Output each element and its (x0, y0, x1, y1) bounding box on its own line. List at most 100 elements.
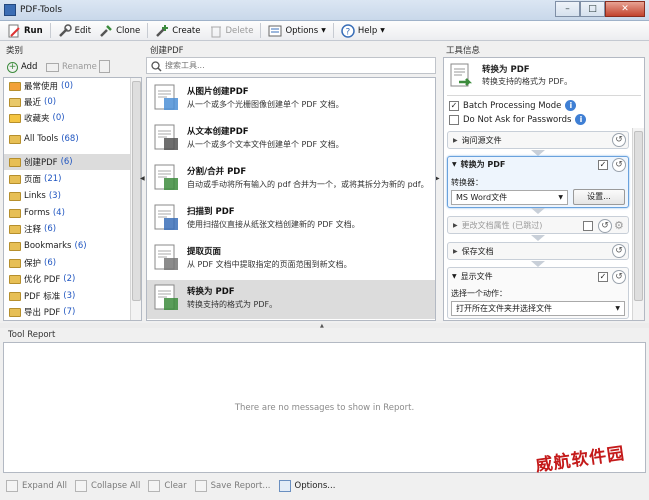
edit-button[interactable]: Edit (54, 22, 95, 40)
converter-label: 转换器： (451, 178, 483, 187)
collapse-all-icon (75, 480, 88, 492)
category-item[interactable]: All Tools (68) (4, 131, 130, 147)
category-label: Links (24, 191, 46, 201)
category-item[interactable]: Forms (4) (4, 205, 130, 221)
category-item[interactable]: 最常使用 (0) (4, 78, 130, 94)
category-count: (68) (61, 134, 79, 144)
category-item[interactable]: 优化 PDF (2) (4, 271, 130, 287)
tool-item[interactable]: 提取页面从 PDF 文档中提取指定的页面范围到新文档。 (147, 240, 435, 279)
clear-button[interactable]: Clear (148, 480, 187, 492)
text-to-pdf-icon (152, 123, 182, 154)
info-icon[interactable]: i (575, 114, 587, 125)
split-merge-icon (152, 163, 182, 194)
action-select[interactable]: 打开所在文件夹并选择文件 ▼ (451, 301, 625, 316)
expand-all-icon (6, 480, 18, 492)
category-item[interactable]: 保护 (6) (4, 255, 130, 271)
section-show-file-header[interactable]: ▼ 显示文件 (452, 271, 493, 282)
category-label: Forms (24, 208, 50, 218)
converter-select[interactable]: MS Word文件 ▼ (451, 190, 568, 205)
category-label: Bookmarks (24, 241, 72, 251)
reset-icon[interactable]: ↺ (612, 270, 626, 284)
horizontal-splitter[interactable]: ▲ (0, 323, 649, 329)
tool-description: 自动或手动将所有输入的 pdf 合并为一个，或将其拆分为新的 pdf。 (187, 180, 429, 189)
run-button[interactable]: Run (3, 22, 47, 40)
gear-icon[interactable]: ⚙ (614, 219, 624, 232)
maximize-button[interactable]: □ (580, 1, 605, 17)
category-item[interactable]: PDF 标准 (3) (4, 288, 130, 304)
create-button[interactable]: Create (151, 22, 204, 40)
clone-icon (99, 24, 113, 38)
category-item[interactable]: Links (3) (4, 188, 130, 204)
options-button[interactable]: Options ▼ (264, 22, 329, 40)
section-save-document[interactable]: ▶ 保存文档 (447, 242, 629, 260)
category-scrollbar[interactable] (130, 78, 141, 320)
expand-triangle-icon: ▶ (453, 136, 458, 144)
category-item[interactable]: 收藏夹 (0) (4, 110, 130, 126)
scrollbar-thumb[interactable] (634, 131, 643, 301)
no-ask-password-checkbox[interactable] (449, 114, 459, 125)
chevron-down-icon: ▼ (380, 27, 385, 34)
clone-button[interactable]: Clone (95, 22, 144, 40)
category-count: (6) (44, 258, 57, 268)
properties-enabled-checkbox[interactable] (583, 221, 593, 231)
batch-mode-checkbox[interactable]: ✓ (449, 100, 459, 111)
folder-icon (9, 258, 21, 268)
search-icon (151, 61, 162, 72)
category-item[interactable]: 页面 (21) (4, 171, 130, 187)
tool-item[interactable]: 从文本创建PDF 从一个或多个文本文件创建单个 PDF 文档。 (147, 120, 435, 159)
rename-category-button[interactable]: Rename (42, 58, 101, 76)
tool-list: 从图片创建PDF 从一个或多个光栅图像创建单个 PDF 文档。 从文本创建PDF 从一… (146, 77, 436, 321)
reset-icon[interactable]: ↺ (612, 244, 626, 258)
tool-description: 使用扫描仪直接从纸张文档创建新的 PDF 文档。 (187, 220, 360, 229)
tool-item[interactable]: 从图片创建PDF 从一个或多个光栅图像创建单个 PDF 文档。 (147, 80, 435, 119)
collapse-all-button[interactable]: Collapse All (75, 480, 140, 492)
category-item[interactable]: 创建PDF (6) (4, 154, 130, 170)
category-item[interactable]: Bookmarks (6) (4, 238, 130, 254)
flow-connector (531, 235, 545, 241)
show-file-enabled-checkbox[interactable]: ✓ (598, 272, 608, 282)
tool-item[interactable]: 分割/合并 PDF 自动或手动将所有输入的 pdf 合并为一个，或将其拆分为新的 … (147, 160, 435, 199)
expand-all-button[interactable]: Expand All (6, 480, 67, 492)
convert-enabled-checkbox[interactable]: ✓ (598, 160, 608, 170)
category-count: (21) (44, 174, 62, 184)
trash-icon (148, 480, 161, 492)
info-scrollbar[interactable] (632, 128, 644, 320)
save-report-button[interactable]: Save Report... (194, 480, 271, 492)
report-options-button[interactable]: Options... (278, 480, 335, 492)
collapse-left-icon[interactable]: ◀ (140, 175, 145, 182)
delete-button[interactable]: Delete (205, 22, 258, 40)
folder-icon (9, 113, 21, 123)
category-item[interactable]: 最近 (0) (4, 94, 130, 110)
section-convert-header[interactable]: ▼ 转换为 PDF (452, 159, 505, 170)
close-button[interactable]: ✕ (605, 1, 645, 17)
window-title: PDF-Tools (20, 5, 63, 15)
tool-item[interactable]: 扫描到 PDF 使用扫描仪直接从纸张文档创建新的 PDF 文档。 (147, 200, 435, 239)
category-label: 优化 PDF (24, 275, 61, 285)
toolbar-separator (332, 23, 334, 38)
delete-category-icon[interactable] (99, 60, 110, 73)
category-item[interactable]: 导出 PDF (7) (4, 304, 130, 320)
scrollbar-thumb[interactable] (132, 81, 141, 301)
category-count: (6) (74, 241, 87, 251)
divider (447, 95, 641, 96)
categories-header: 类别 (6, 46, 24, 56)
category-count: (6) (60, 157, 73, 167)
info-icon[interactable]: i (565, 100, 577, 111)
report-toolbar: Expand All Collapse All Clear Save Repor… (0, 475, 649, 497)
help-button[interactable]: ? Help ▼ (337, 22, 389, 40)
options-icon (268, 24, 282, 38)
minimize-button[interactable]: – (555, 1, 580, 17)
reset-icon[interactable]: ↺ (612, 158, 626, 172)
toolbar-separator (147, 23, 149, 38)
reset-icon[interactable]: ↺ (598, 219, 612, 233)
tool-item[interactable]: 转换为 PDF 转换支持的格式为 PDF。 (147, 280, 435, 319)
reset-icon[interactable]: ↺ (612, 133, 626, 147)
settings-button[interactable]: 设置... (573, 189, 625, 205)
save-icon (194, 480, 207, 492)
category-count: (6) (44, 224, 57, 234)
category-item[interactable]: 注释 (6) (4, 221, 130, 237)
search-input[interactable] (165, 59, 433, 72)
add-category-button[interactable]: + Add (3, 58, 41, 76)
tool-name: 从文本创建PDF (187, 127, 249, 137)
section-ask-source[interactable]: ▶ 询问源文件 (447, 131, 629, 149)
